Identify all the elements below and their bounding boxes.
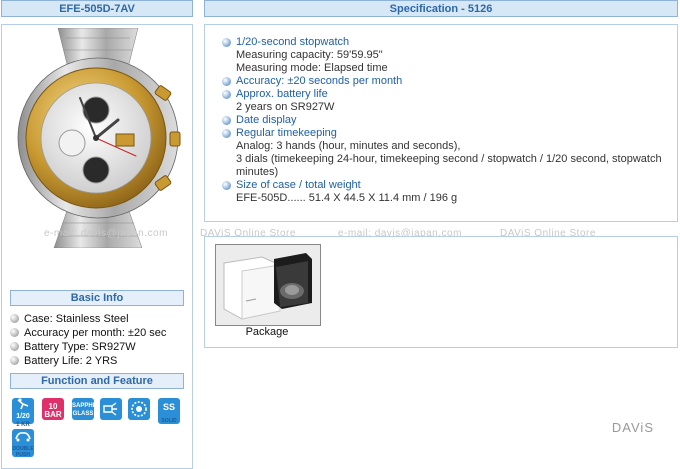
solid-stainless-icon: SS SOLID	[158, 398, 180, 424]
watermark-email-1: e-mail: davis@japan.com	[44, 228, 168, 239]
water-resist-10bar-icon: 10 BAR	[42, 398, 64, 420]
bullet-icon	[10, 356, 19, 365]
screw-back-icon	[128, 398, 150, 420]
spec-list: 1/20-second stopwatch Measuring capacity…	[222, 36, 672, 205]
stopwatch-1-20-icon: 1/20 1 KR	[12, 398, 34, 428]
bullet-icon	[10, 314, 19, 323]
brand-logo: DAViS	[611, 420, 654, 435]
basic-info-title: Basic Info	[70, 292, 124, 304]
spec-item-timekeeping: Regular timekeeping Analog: 3 hands (hou…	[222, 127, 672, 179]
double-push-icon: DOUBLE PUSH	[12, 429, 34, 458]
feature-icons: 1/20 1 KR 10 BAR SAPPHIRE GLASS SS SOLID…	[12, 398, 188, 458]
light-icon	[100, 398, 122, 420]
basic-info-item-case: Case: Stainless Steel	[10, 312, 166, 326]
spec-title: Specification - 5126	[389, 3, 493, 15]
bullet-icon	[10, 328, 19, 337]
bullet-icon	[222, 90, 231, 99]
spec-item-battery: Approx. battery life 2 years on SR927W	[222, 88, 672, 114]
right-header: Specification - 5126	[204, 0, 678, 17]
spec-item-date: Date display	[222, 114, 672, 127]
bullet-icon	[222, 38, 231, 47]
model-title: EFE-505D-7AV	[59, 3, 135, 15]
spec-item-size: Size of case / total weight EFE-505D....…	[222, 179, 672, 205]
bullet-icon	[222, 129, 231, 138]
basic-info-item-battery-life: Battery Life: 2 YRS	[10, 354, 166, 368]
basic-info-item-battery-type: Battery Type: SR927W	[10, 340, 166, 354]
left-header: EFE-505D-7AV	[1, 0, 193, 17]
spec-item-accuracy: Accuracy: ±20 seconds per month	[222, 75, 672, 88]
bullet-icon	[222, 116, 231, 125]
basic-info-item-accuracy: Accuracy per month: ±20 sec	[10, 326, 166, 340]
function-feature-header: Function and Feature	[10, 373, 184, 389]
basic-info-list: Case: Stainless Steel Accuracy per month…	[10, 312, 166, 368]
basic-info-header: Basic Info	[10, 290, 184, 306]
watch-image	[17, 28, 181, 248]
spec-item-stopwatch: 1/20-second stopwatch Measuring capacity…	[222, 36, 672, 75]
sapphire-glass-icon: SAPPHIRE GLASS	[72, 398, 103, 420]
function-feature-title: Function and Feature	[41, 375, 153, 387]
package-image[interactable]	[215, 244, 321, 326]
bullet-icon	[10, 342, 19, 351]
bullet-icon	[222, 77, 231, 86]
package-label: Package	[245, 326, 289, 338]
bullet-icon	[222, 181, 231, 190]
